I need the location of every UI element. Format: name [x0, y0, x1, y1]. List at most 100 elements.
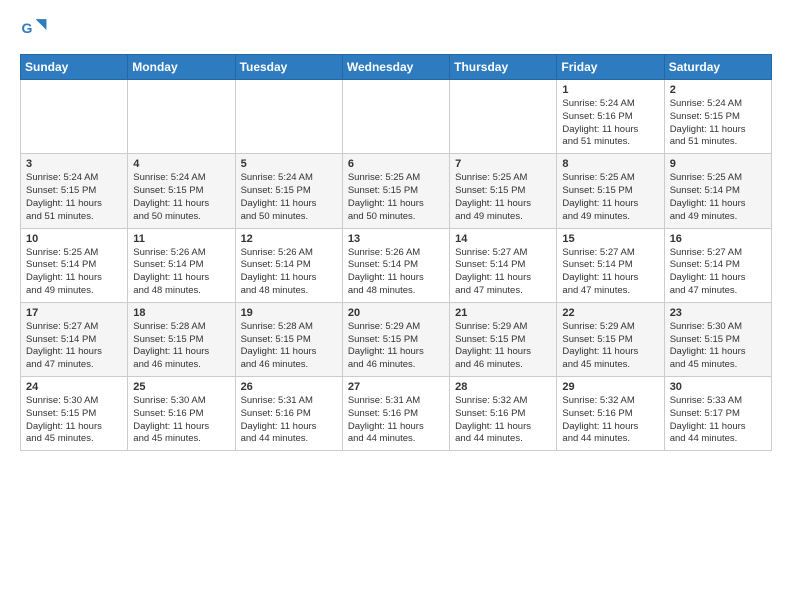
day-number: 7 [455, 158, 551, 170]
day-number: 26 [241, 381, 337, 393]
day-number: 17 [26, 307, 122, 319]
calendar-day: 19 Sunrise: 5:28 AMSunset: 5:15 PMDayligh… [235, 302, 342, 376]
calendar-day [21, 80, 128, 154]
day-number: 29 [562, 381, 658, 393]
day-info: Sunrise: 5:27 AMSunset: 5:14 PMDaylight:… [26, 321, 122, 372]
day-info: Sunrise: 5:27 AMSunset: 5:14 PMDaylight:… [455, 247, 551, 298]
calendar-week-4: 17 Sunrise: 5:27 AMSunset: 5:14 PMDayligh… [21, 302, 772, 376]
day-info: Sunrise: 5:28 AMSunset: 5:15 PMDaylight:… [133, 321, 229, 372]
day-number: 12 [241, 233, 337, 245]
calendar-day: 11 Sunrise: 5:26 AMSunset: 5:14 PMDayligh… [128, 228, 235, 302]
day-header-wednesday: Wednesday [342, 55, 449, 80]
calendar-day: 23Sunrise: 5:30 AMSunset: 5:15 PMDayligh… [664, 302, 771, 376]
calendar-day: 14Sunrise: 5:27 AMSunset: 5:14 PMDayligh… [450, 228, 557, 302]
calendar-day: 17 Sunrise: 5:27 AMSunset: 5:14 PMDayligh… [21, 302, 128, 376]
day-number: 4 [133, 158, 229, 170]
day-number: 10 [26, 233, 122, 245]
logo: G [20, 16, 52, 44]
calendar-day: 28Sunrise: 5:32 AMSunset: 5:16 PMDayligh… [450, 377, 557, 451]
calendar-day [342, 80, 449, 154]
calendar-day: 1 Sunrise: 5:24 AMSunset: 5:16 PMDaylight… [557, 80, 664, 154]
calendar-week-2: 3 Sunrise: 5:24 AMSunset: 5:15 PMDaylight… [21, 154, 772, 228]
day-number: 8 [562, 158, 658, 170]
calendar-day: 26 Sunrise: 5:31 AMSunset: 5:16 PMDayligh… [235, 377, 342, 451]
day-number: 20 [348, 307, 444, 319]
day-number: 22 [562, 307, 658, 319]
calendar-day: 3 Sunrise: 5:24 AMSunset: 5:15 PMDaylight… [21, 154, 128, 228]
calendar-day: 29 Sunrise: 5:32 AMSunset: 5:16 PMDayligh… [557, 377, 664, 451]
day-info: Sunrise: 5:31 AMSunset: 5:16 PMDaylight:… [348, 395, 444, 446]
day-info: Sunrise: 5:26 AMSunset: 5:14 PMDaylight:… [133, 247, 229, 298]
calendar-day: 7 Sunrise: 5:25 AMSunset: 5:15 PMDaylight… [450, 154, 557, 228]
day-number: 13 [348, 233, 444, 245]
calendar-day: 2 Sunrise: 5:24 AMSunset: 5:15 PMDaylight… [664, 80, 771, 154]
day-header-tuesday: Tuesday [235, 55, 342, 80]
day-info: Sunrise: 5:25 AMSunset: 5:15 PMDaylight:… [562, 172, 658, 223]
calendar-day: 20 Sunrise: 5:29 AMSunset: 5:15 PMDayligh… [342, 302, 449, 376]
day-info: Sunrise: 5:30 AMSunset: 5:15 PMDaylight:… [670, 321, 766, 372]
calendar-day: 30 Sunrise: 5:33 AMSunset: 5:17 PMDayligh… [664, 377, 771, 451]
day-number: 2 [670, 84, 766, 96]
day-number: 16 [670, 233, 766, 245]
day-number: 1 [562, 84, 658, 96]
day-number: 19 [241, 307, 337, 319]
day-header-friday: Friday [557, 55, 664, 80]
calendar-header-row: SundayMondayTuesdayWednesdayThursdayFrid… [21, 55, 772, 80]
day-header-thursday: Thursday [450, 55, 557, 80]
calendar-week-5: 24 Sunrise: 5:30 AMSunset: 5:15 PMDayligh… [21, 377, 772, 451]
day-info: Sunrise: 5:25 AMSunset: 5:15 PMDaylight:… [348, 172, 444, 223]
calendar-day [128, 80, 235, 154]
day-info: Sunrise: 5:26 AMSunset: 5:14 PMDaylight:… [241, 247, 337, 298]
day-info: Sunrise: 5:26 AMSunset: 5:14 PMDaylight:… [348, 247, 444, 298]
calendar-day [235, 80, 342, 154]
day-number: 25 [133, 381, 229, 393]
calendar-day: 22 Sunrise: 5:29 AMSunset: 5:15 PMDayligh… [557, 302, 664, 376]
calendar-day: 8 Sunrise: 5:25 AMSunset: 5:15 PMDaylight… [557, 154, 664, 228]
day-info: Sunrise: 5:27 AMSunset: 5:14 PMDaylight:… [562, 247, 658, 298]
day-info: Sunrise: 5:24 AMSunset: 5:15 PMDaylight:… [670, 98, 766, 149]
day-number: 18 [133, 307, 229, 319]
day-number: 3 [26, 158, 122, 170]
day-number: 27 [348, 381, 444, 393]
day-info: Sunrise: 5:24 AMSunset: 5:15 PMDaylight:… [241, 172, 337, 223]
calendar-day: 18 Sunrise: 5:28 AMSunset: 5:15 PMDayligh… [128, 302, 235, 376]
page: G SundayMondayTuesdayWednesdayThursdayFr… [0, 0, 792, 612]
day-info: Sunrise: 5:32 AMSunset: 5:16 PMDaylight:… [562, 395, 658, 446]
day-info: Sunrise: 5:30 AMSunset: 5:16 PMDaylight:… [133, 395, 229, 446]
day-number: 9 [670, 158, 766, 170]
calendar-day: 4 Sunrise: 5:24 AMSunset: 5:15 PMDaylight… [128, 154, 235, 228]
day-header-sunday: Sunday [21, 55, 128, 80]
day-info: Sunrise: 5:25 AMSunset: 5:14 PMDaylight:… [26, 247, 122, 298]
day-info: Sunrise: 5:24 AMSunset: 5:16 PMDaylight:… [562, 98, 658, 149]
day-info: Sunrise: 5:28 AMSunset: 5:15 PMDaylight:… [241, 321, 337, 372]
calendar-day: 10 Sunrise: 5:25 AMSunset: 5:14 PMDayligh… [21, 228, 128, 302]
day-info: Sunrise: 5:29 AMSunset: 5:15 PMDaylight:… [348, 321, 444, 372]
day-info: Sunrise: 5:33 AMSunset: 5:17 PMDaylight:… [670, 395, 766, 446]
day-info: Sunrise: 5:27 AMSunset: 5:14 PMDaylight:… [670, 247, 766, 298]
calendar-day: 27 Sunrise: 5:31 AMSunset: 5:16 PMDayligh… [342, 377, 449, 451]
calendar-day: 12 Sunrise: 5:26 AMSunset: 5:14 PMDayligh… [235, 228, 342, 302]
calendar-day: 15Sunrise: 5:27 AMSunset: 5:14 PMDayligh… [557, 228, 664, 302]
calendar-day: 5Sunrise: 5:24 AMSunset: 5:15 PMDaylight… [235, 154, 342, 228]
day-info: Sunrise: 5:25 AMSunset: 5:15 PMDaylight:… [455, 172, 551, 223]
calendar-day: 25 Sunrise: 5:30 AMSunset: 5:16 PMDayligh… [128, 377, 235, 451]
day-number: 24 [26, 381, 122, 393]
day-info: Sunrise: 5:24 AMSunset: 5:15 PMDaylight:… [26, 172, 122, 223]
day-info: Sunrise: 5:25 AMSunset: 5:14 PMDaylight:… [670, 172, 766, 223]
calendar-day: 6Sunrise: 5:25 AMSunset: 5:15 PMDaylight… [342, 154, 449, 228]
day-info: Sunrise: 5:29 AMSunset: 5:15 PMDaylight:… [455, 321, 551, 372]
calendar-day: 24 Sunrise: 5:30 AMSunset: 5:15 PMDayligh… [21, 377, 128, 451]
day-number: 11 [133, 233, 229, 245]
svg-text:G: G [22, 20, 33, 36]
header: G [20, 16, 772, 44]
calendar-day: 9 Sunrise: 5:25 AMSunset: 5:14 PMDaylight… [664, 154, 771, 228]
day-info: Sunrise: 5:31 AMSunset: 5:16 PMDaylight:… [241, 395, 337, 446]
calendar-day: 21Sunrise: 5:29 AMSunset: 5:15 PMDayligh… [450, 302, 557, 376]
day-header-monday: Monday [128, 55, 235, 80]
day-info: Sunrise: 5:29 AMSunset: 5:15 PMDaylight:… [562, 321, 658, 372]
day-number: 28 [455, 381, 551, 393]
day-info: Sunrise: 5:30 AMSunset: 5:15 PMDaylight:… [26, 395, 122, 446]
calendar-week-3: 10 Sunrise: 5:25 AMSunset: 5:14 PMDayligh… [21, 228, 772, 302]
day-info: Sunrise: 5:24 AMSunset: 5:15 PMDaylight:… [133, 172, 229, 223]
day-number: 30 [670, 381, 766, 393]
